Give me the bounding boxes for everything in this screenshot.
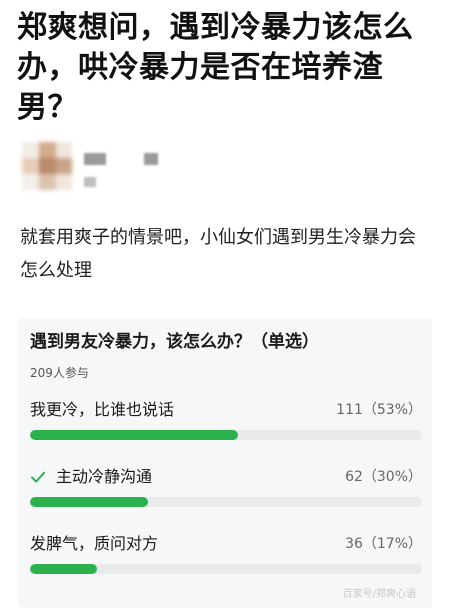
author-meta-redacted <box>84 177 96 187</box>
author-name-redacted[interactable] <box>84 153 180 167</box>
poll-option-label: 发脾气，质问对方 <box>30 534 159 553</box>
poll-option-stat: 62（30%） <box>345 469 422 485</box>
check-icon <box>30 469 46 485</box>
poll-option-stat: 111（53%） <box>336 402 422 418</box>
poll-participants: 209人参与 <box>30 366 89 380</box>
avatar[interactable] <box>22 142 72 190</box>
poll-option-label: 我更冷，比谁也说话 <box>30 400 175 419</box>
poll-bar-track <box>30 497 422 507</box>
poll-option-3[interactable]: 发脾气，质问对方 36（17%） <box>30 532 422 580</box>
poll-question: 遇到男友冷暴力，该怎么办？（单选） <box>30 332 319 352</box>
article-intro: 就套用爽子的情景吧，小仙女们遇到男生冷暴力会怎么处理 <box>20 227 416 281</box>
poll-option-2[interactable]: 主动冷静沟通 62（30%） <box>30 465 422 513</box>
poll-bar-track <box>30 430 422 440</box>
poll-bar-fill <box>30 564 97 574</box>
poll-option-stat: 36（17%） <box>345 536 422 552</box>
poll-option-label: 主动冷静沟通 <box>56 467 153 486</box>
poll-card: 遇到男友冷暴力，该怎么办？（单选） 209人参与 我更冷，比谁也说话 111（5… <box>18 318 432 608</box>
article-title: 郑爽想问，遇到冷暴力该怎么办，哄冷暴力是否在培养渣男？ <box>17 10 414 125</box>
poll-bar-fill <box>30 430 238 440</box>
poll-option-1[interactable]: 我更冷，比谁也说话 111（53%） <box>30 398 422 446</box>
poll-bar-fill <box>30 497 148 507</box>
author-info[interactable] <box>22 142 222 192</box>
watermark: 百家号/郑爽心语 <box>342 589 416 600</box>
poll-bar-track <box>30 564 422 574</box>
